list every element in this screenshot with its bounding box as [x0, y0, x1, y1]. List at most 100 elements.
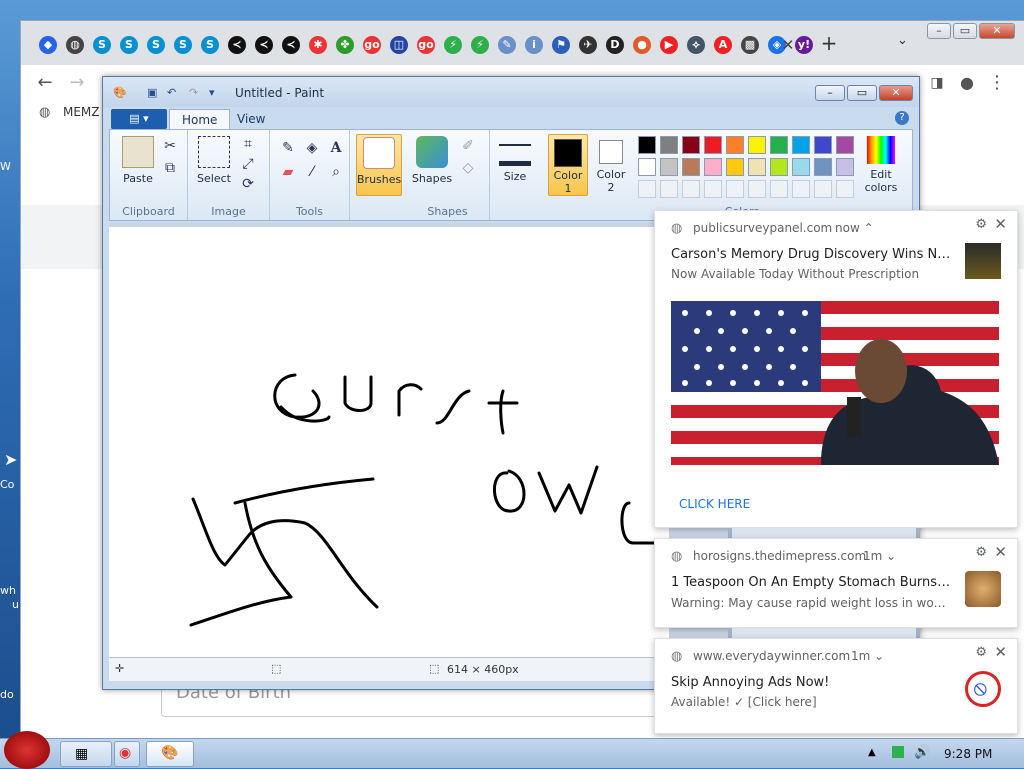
custom-color-slot[interactable] [638, 180, 656, 198]
paint-minimize-button[interactable]: – [815, 85, 845, 101]
close-icon[interactable]: ✕ [994, 215, 1007, 233]
size-button[interactable]: Size [496, 136, 534, 183]
palette-swatch[interactable] [748, 136, 766, 154]
rotate-icon[interactable]: ⟳ [238, 174, 258, 194]
chrome-icon[interactable]: ◍ [66, 36, 84, 54]
crop-icon[interactable]: ⌗ [238, 134, 258, 154]
tab-close-button[interactable]: ✕ [777, 34, 799, 56]
menu-icon[interactable]: ⋮ [985, 71, 1009, 95]
fill-shape-icon[interactable]: ◇ [458, 158, 478, 178]
palette-swatch[interactable] [704, 136, 722, 154]
palette-swatch[interactable] [770, 136, 788, 154]
bolt-icon[interactable]: ⚡ [444, 36, 462, 54]
acrobat-icon[interactable]: A [714, 36, 732, 54]
forward-button[interactable]: → [65, 71, 89, 95]
tab-view[interactable]: View [225, 109, 277, 131]
custom-color-slot[interactable] [748, 180, 766, 198]
clover-icon[interactable]: ✤ [336, 36, 354, 54]
paint-close-button[interactable]: ✕ [879, 85, 913, 101]
volume-icon[interactable]: 🔊 [914, 745, 930, 760]
pencil-icon[interactable]: ✎ [278, 138, 298, 158]
chip-icon[interactable]: ▩ [741, 36, 759, 54]
gear-icon[interactable]: ⚙ [975, 645, 987, 660]
go-icon[interactable]: go [363, 36, 381, 54]
notification-card[interactable]: ◍ horosigns.thedimepress.com 1m ⌄ ⚙ ✕ 1 … [654, 538, 1018, 628]
palette-swatch[interactable] [836, 158, 854, 176]
color1-button[interactable]: Color 1 [548, 134, 588, 196]
paint-file-menu[interactable]: ▤ ▾ [111, 109, 167, 129]
skype-icon[interactable]: S [201, 36, 219, 54]
close-icon[interactable]: ✕ [994, 543, 1007, 561]
side-panel-icon[interactable]: ◨ [925, 71, 949, 95]
youtube-icon[interactable]: ▶ [660, 36, 678, 54]
palette-swatch[interactable] [682, 158, 700, 176]
palette-swatch[interactable] [836, 136, 854, 154]
scooter-icon[interactable]: ✈ [579, 36, 597, 54]
notification-card[interactable]: ◍ publicsurveypanel.com now ⌃ ⚙ ✕ Carson… [654, 210, 1018, 528]
start-button-icon[interactable] [4, 731, 50, 769]
kodi-icon[interactable]: ≺ [255, 36, 273, 54]
fill-icon[interactable]: ◈ [302, 138, 322, 158]
d-icon[interactable]: D [606, 36, 624, 54]
info-icon[interactable]: i [525, 36, 543, 54]
drawing-canvas[interactable] [109, 227, 669, 657]
ball-icon[interactable]: ● [633, 36, 651, 54]
brushes-button[interactable]: Brushes [356, 134, 402, 196]
feather-icon[interactable]: ✎ [498, 36, 516, 54]
custom-color-slot[interactable] [660, 180, 678, 198]
bolt-icon[interactable]: ⚡ [471, 36, 489, 54]
palette-swatch[interactable] [748, 158, 766, 176]
skype-icon[interactable]: S [147, 36, 165, 54]
gear-icon[interactable]: ⚙ [975, 217, 987, 232]
minimize-button[interactable]: – [927, 23, 951, 39]
palette-swatch[interactable] [726, 136, 744, 154]
maximize-button[interactable]: ▭ [953, 23, 977, 39]
vs-icon[interactable]: ⟡ [687, 36, 705, 54]
copy-icon[interactable]: ⧉ [160, 158, 180, 178]
text-icon[interactable]: A [326, 138, 346, 158]
note-icon[interactable]: ◫ [390, 36, 408, 54]
save-icon[interactable]: ▣ [147, 86, 161, 100]
palette-swatch[interactable] [770, 158, 788, 176]
bookmark-item[interactable]: MEMZ I [63, 105, 107, 119]
go-icon[interactable]: go [417, 36, 435, 54]
help-icon[interactable]: ? [895, 111, 909, 125]
shield-icon[interactable]: ◆ [39, 36, 57, 54]
custom-color-slot[interactable] [836, 180, 854, 198]
palette-swatch[interactable] [682, 136, 700, 154]
taskbar-explorer-button[interactable]: ▦ [60, 741, 112, 767]
eraser-icon[interactable]: ▰ [278, 162, 298, 182]
new-tab-button[interactable]: + [817, 31, 841, 55]
clock[interactable]: 9:28 PM [944, 747, 992, 761]
flag-icon[interactable]: ⚑ [552, 36, 570, 54]
custom-color-slot[interactable] [682, 180, 700, 198]
customize-qat-icon[interactable]: ▾ [209, 86, 223, 100]
color2-button[interactable]: Color 2 [592, 134, 630, 194]
palette-swatch[interactable] [792, 158, 810, 176]
click-here-button[interactable]: CLICK HERE [679, 497, 750, 511]
profile-icon[interactable]: ● [955, 71, 979, 95]
skype-icon[interactable]: S [93, 36, 111, 54]
kodi-icon[interactable]: ≺ [228, 36, 246, 54]
custom-color-slot[interactable] [770, 180, 788, 198]
kodi-icon[interactable]: ≺ [282, 36, 300, 54]
skype-icon[interactable]: S [174, 36, 192, 54]
palette-swatch[interactable] [814, 158, 832, 176]
skype-icon[interactable]: S [120, 36, 138, 54]
palette-swatch[interactable] [638, 158, 656, 176]
notification-card[interactable]: ◍ www.everydaywinner.com 1m ⌄ ⚙ ✕ Skip A… [654, 638, 1018, 734]
gear-icon[interactable]: ⚙ [975, 545, 987, 560]
tab-search-button[interactable]: ⌄ [897, 33, 908, 48]
edit-colors-button[interactable]: Edit colors [856, 136, 906, 194]
close-icon[interactable]: ✕ [994, 643, 1007, 661]
redo-icon[interactable]: ↷ [189, 86, 203, 100]
select-button[interactable]: Select [194, 136, 234, 185]
color-picker-icon[interactable]: ⁄ [302, 162, 322, 182]
palette-swatch[interactable] [704, 158, 722, 176]
palette-swatch[interactable] [814, 136, 832, 154]
palette-swatch[interactable] [726, 158, 744, 176]
custom-color-slot[interactable] [704, 180, 722, 198]
close-window-button[interactable]: ✕ [979, 23, 1015, 39]
back-button[interactable]: ← [33, 71, 57, 95]
paste-button[interactable]: Paste [118, 136, 158, 185]
